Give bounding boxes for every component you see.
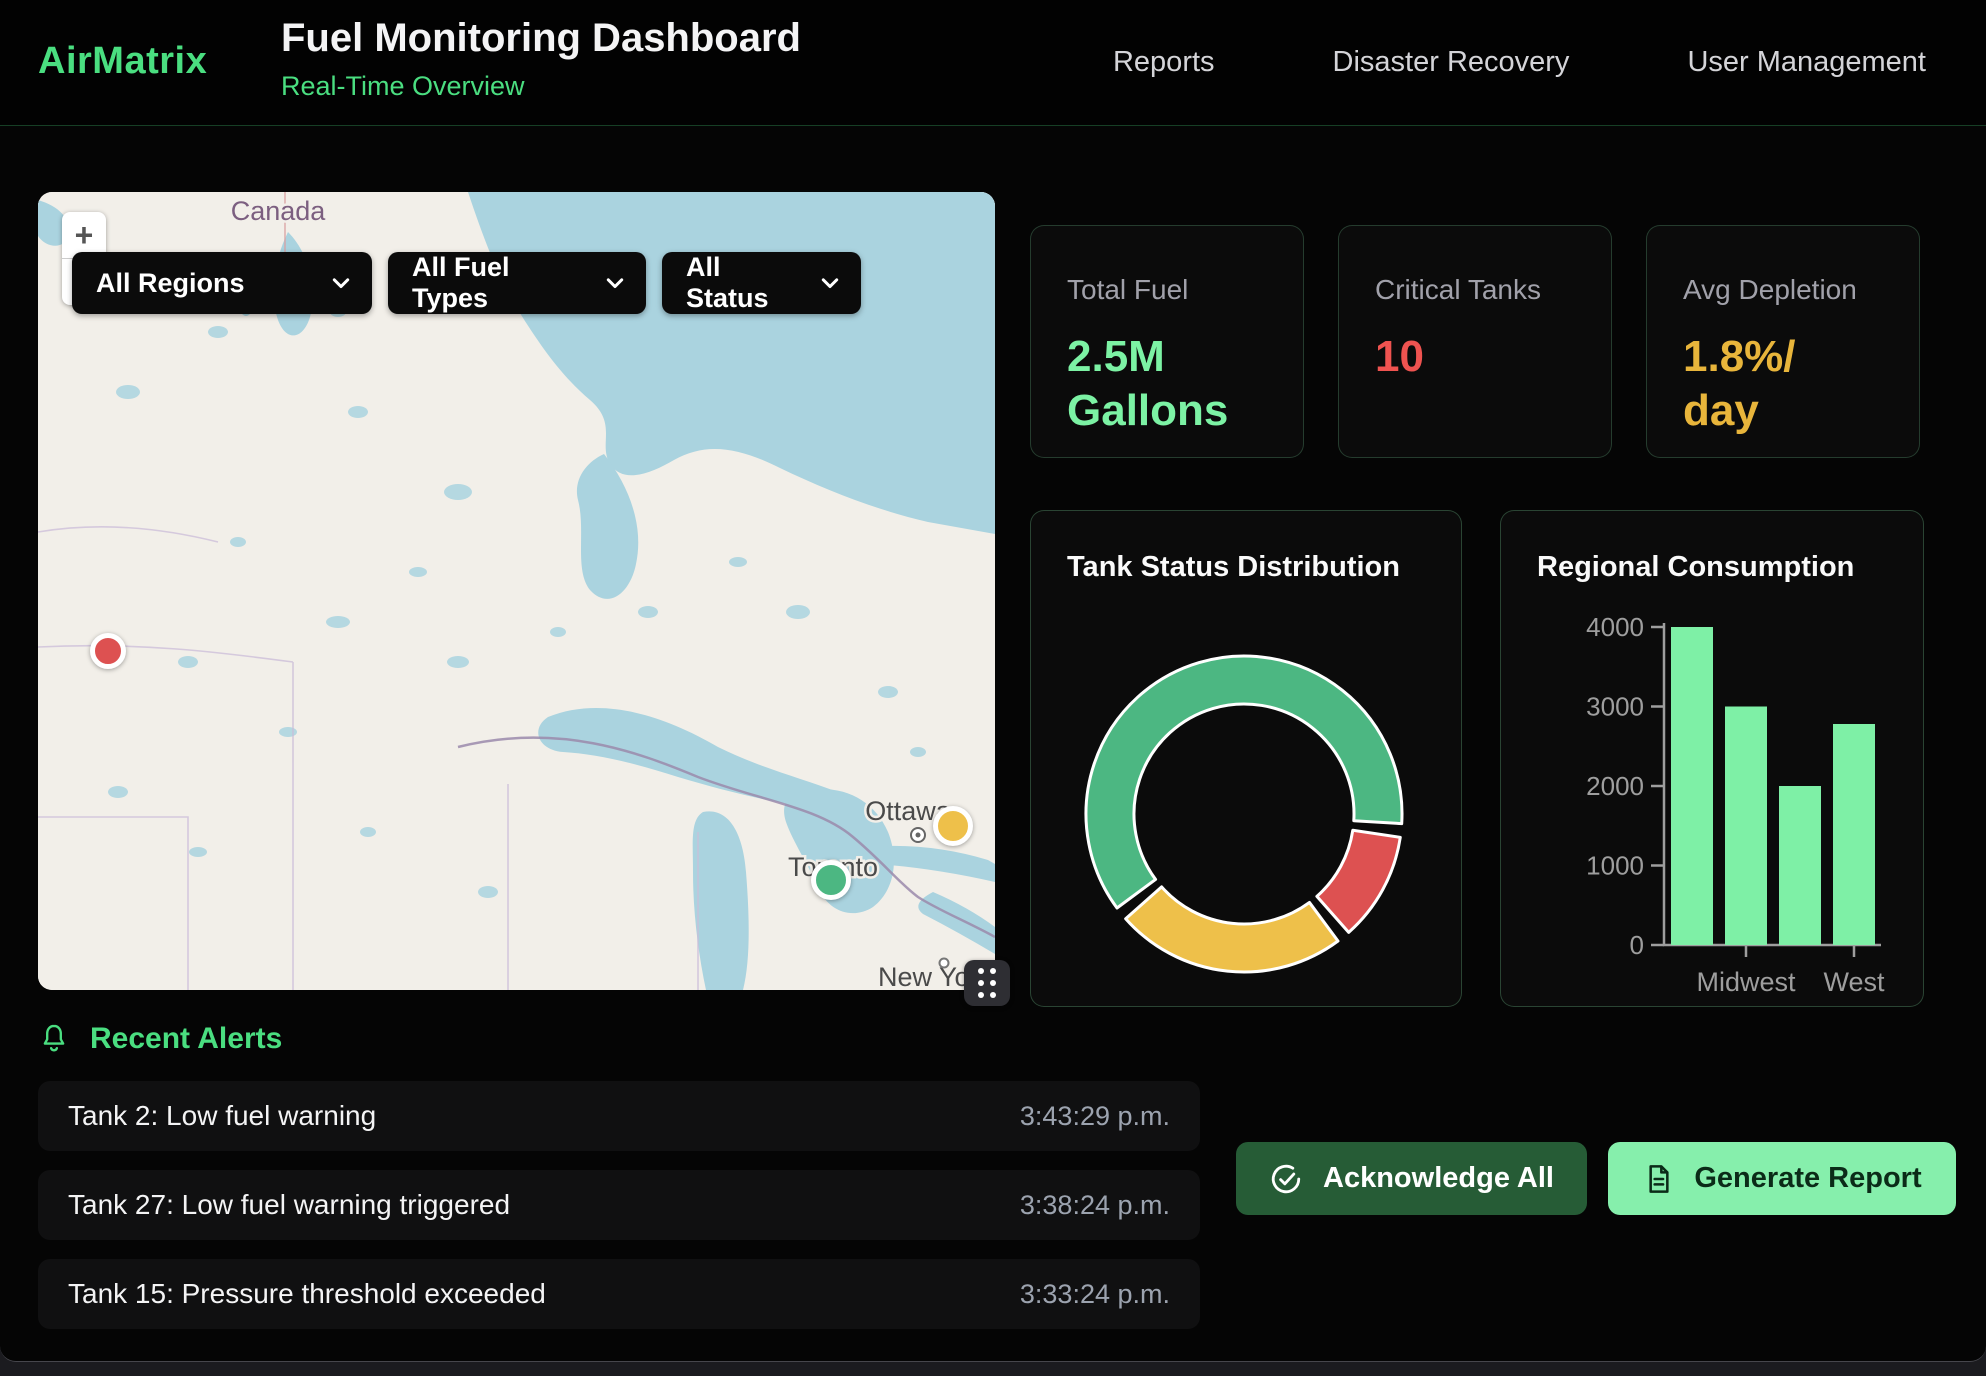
tank-marker-normal[interactable]	[811, 860, 851, 900]
status-filter-value: All Status	[686, 252, 803, 314]
regional-consumption-card: Regional Consumption 01000200030004000Mi…	[1500, 510, 1924, 1007]
check-circle-icon	[1269, 1162, 1303, 1196]
dashboard-root: AirMatrix Fuel Monitoring Dashboard Real…	[0, 0, 1986, 1362]
svg-text:West: West	[1823, 967, 1885, 997]
alert-message: Tank 2: Low fuel warning	[68, 1100, 376, 1132]
svg-text:2000: 2000	[1586, 771, 1644, 801]
brand-logo: AirMatrix	[38, 40, 207, 83]
status-filter-dropdown[interactable]: All Status	[662, 252, 861, 314]
alert-row[interactable]: Tank 2: Low fuel warning 3:43:29 p.m.	[38, 1081, 1200, 1151]
regional-consumption-bar-chart: 0 1000 2000 3000 4000 Midwest West	[1501, 511, 1925, 1008]
acknowledge-all-label: Acknowledge All	[1323, 1162, 1554, 1195]
map-filters: All Regions All Fuel Types All Status	[72, 252, 861, 314]
alert-time: 3:38:24 p.m.	[1020, 1190, 1170, 1221]
tank-status-card: Tank Status Distribution	[1030, 510, 1462, 1007]
fuel-type-filter-value: All Fuel Types	[412, 252, 588, 314]
page-subtitle: Real-Time Overview	[281, 71, 801, 102]
fuel-type-filter-dropdown[interactable]: All Fuel Types	[388, 252, 646, 314]
stat-value: 10	[1375, 330, 1587, 384]
drag-handle-icon[interactable]	[964, 960, 1010, 1006]
nav-item-reports[interactable]: Reports	[1113, 46, 1215, 79]
map-section: Canada Ottawa Toronto New York + − Al	[38, 192, 995, 990]
tank-status-donut-chart	[1031, 511, 1463, 1008]
stat-value: 2.5M Gallons	[1067, 330, 1279, 437]
region-filter-value: All Regions	[96, 268, 245, 299]
svg-text:1000: 1000	[1586, 851, 1644, 881]
stat-card-critical-tanks: Critical Tanks 10	[1338, 225, 1612, 458]
generate-report-button[interactable]: Generate Report	[1608, 1142, 1956, 1215]
map-label-canada: Canada	[231, 196, 327, 226]
alert-time: 3:33:24 p.m.	[1020, 1279, 1170, 1310]
stat-card-avg-depletion: Avg Depletion 1.8%/ day	[1646, 225, 1920, 458]
svg-text:3000: 3000	[1586, 692, 1644, 722]
stat-value: 1.8%/ day	[1683, 330, 1895, 437]
chevron-down-icon	[332, 278, 350, 289]
stat-label: Critical Tanks	[1375, 274, 1587, 306]
alert-row[interactable]: Tank 15: Pressure threshold exceeded 3:3…	[38, 1259, 1200, 1329]
alert-message: Tank 27: Low fuel warning triggered	[68, 1189, 510, 1221]
generate-report-label: Generate Report	[1694, 1162, 1921, 1195]
chevron-down-icon	[606, 278, 624, 289]
alert-time: 3:43:29 p.m.	[1020, 1101, 1170, 1132]
acknowledge-all-button[interactable]: Acknowledge All	[1236, 1142, 1587, 1215]
region-filter-dropdown[interactable]: All Regions	[72, 252, 372, 314]
main-nav: Reports Disaster Recovery User Managemen…	[1113, 0, 1926, 125]
alerts-header: Recent Alerts	[38, 1022, 282, 1056]
bell-icon	[38, 1022, 70, 1056]
nav-item-user-management[interactable]: User Management	[1687, 46, 1926, 79]
alert-row[interactable]: Tank 27: Low fuel warning triggered 3:38…	[38, 1170, 1200, 1240]
chevron-down-icon	[821, 278, 839, 289]
svg-text:4000: 4000	[1586, 612, 1644, 642]
page-title: Fuel Monitoring Dashboard	[281, 16, 801, 61]
alerts-title: Recent Alerts	[90, 1022, 282, 1056]
svg-text:Midwest: Midwest	[1696, 967, 1796, 997]
nav-item-disaster-recovery[interactable]: Disaster Recovery	[1333, 46, 1570, 79]
tank-marker-critical[interactable]	[90, 633, 126, 669]
svg-text:0: 0	[1630, 930, 1644, 960]
top-bar: AirMatrix Fuel Monitoring Dashboard Real…	[0, 0, 1986, 126]
document-icon	[1642, 1162, 1674, 1196]
stat-label: Total Fuel	[1067, 274, 1279, 306]
title-block: Fuel Monitoring Dashboard Real-Time Over…	[281, 16, 801, 102]
alert-message: Tank 15: Pressure threshold exceeded	[68, 1278, 546, 1310]
map-canvas[interactable]: Canada Ottawa Toronto New York + − Al	[38, 192, 995, 990]
tank-marker-warning[interactable]	[933, 806, 973, 846]
stat-label: Avg Depletion	[1683, 274, 1895, 306]
stat-card-total-fuel: Total Fuel 2.5M Gallons	[1030, 225, 1304, 458]
